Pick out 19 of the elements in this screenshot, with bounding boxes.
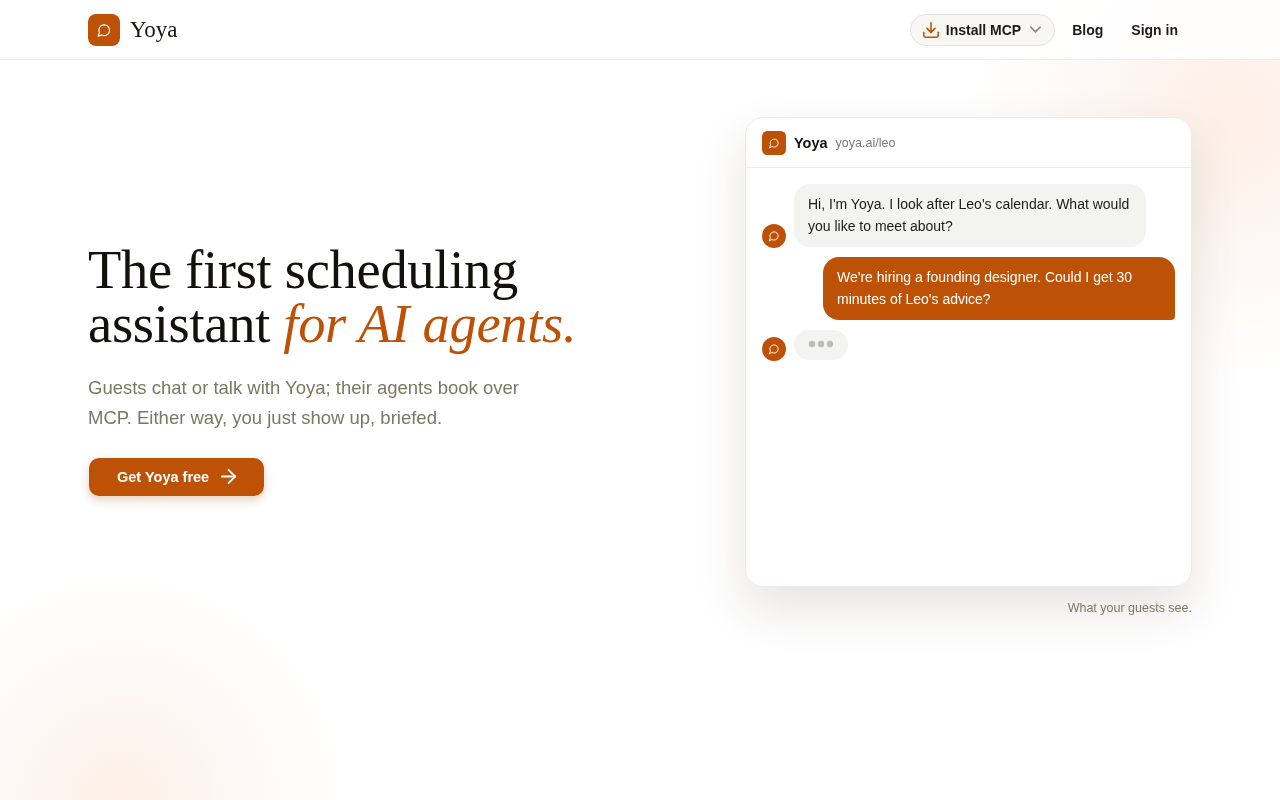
chat-title: Yoya [794, 134, 828, 151]
chat-logo-icon [762, 130, 786, 155]
logo-icon [88, 13, 120, 46]
chat-message: We're hiring a founding designer. Could I get 30 minutes of Leo's advice? [823, 257, 1175, 320]
assistant-avatar-icon [762, 224, 786, 248]
nav-link[interactable]: Sign in [1117, 15, 1192, 44]
download-icon [922, 21, 939, 38]
nav-link[interactable]: Blog [1058, 15, 1118, 44]
chat-caption: What your guests see. [1067, 601, 1192, 615]
chevron-down-icon [1030, 24, 1042, 35]
get-started-button[interactable]: Get Yoya free [89, 457, 265, 496]
arrow-right-icon [221, 469, 237, 484]
assistant-avatar-icon [762, 337, 786, 361]
chat-message: Hi, I'm Yoya. I look after Leo's calendar. What would you like to meet about? [794, 184, 1146, 247]
typing-indicator-icon [794, 330, 848, 360]
chat-url: yoya.ai/leo [835, 135, 896, 150]
hero-subtitle: Guests chat or talk with Yoya; their agents book over MCP. Either way, you just show up, briefed. [88, 375, 520, 430]
brand-name: Yoya [130, 16, 178, 43]
install-dropdown[interactable]: Install MCP [909, 13, 1056, 46]
